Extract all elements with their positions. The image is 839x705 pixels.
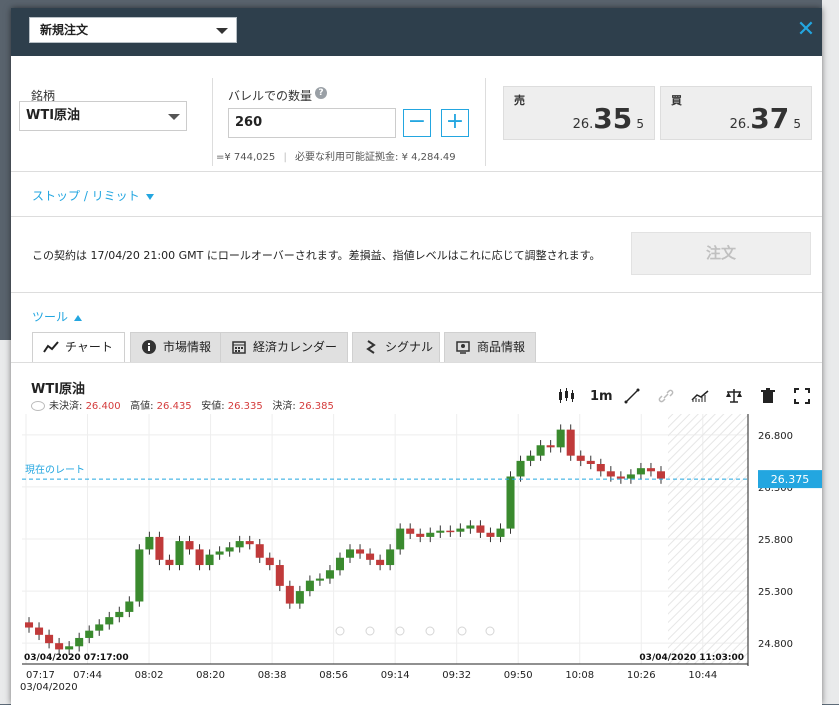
caret-down-icon (145, 193, 154, 200)
quantity-input[interactable]: 260 (228, 108, 396, 138)
tab-economic-calendar[interactable]: 経済カレンダー (220, 332, 348, 362)
scale-icon[interactable] (724, 388, 744, 406)
tab-label: チャート (65, 340, 113, 354)
rollover-notice: この契約は 17/04/20 21:00 GMT にロールオーバーされます。差損… (32, 249, 601, 262)
margin-text: 必要な利用可能証拠金: ¥ 4,284.49 (295, 152, 456, 163)
tab-label: シグナル (385, 340, 434, 354)
order-type-label: 新規注文 (40, 23, 89, 37)
signal-icon (363, 340, 379, 356)
chevron-down-icon (168, 114, 180, 120)
dialog-header: 新規注文 ✕ (11, 8, 822, 56)
divider (11, 171, 822, 172)
order-button[interactable]: 注文 (631, 232, 811, 275)
decrease-button[interactable]: − (403, 109, 431, 137)
candlestick-icon[interactable] (556, 388, 576, 406)
tab-chart[interactable]: チャート (32, 332, 125, 363)
stop-limit-label: ストップ / リミット (32, 189, 140, 203)
help-icon[interactable]: ? (315, 87, 327, 99)
info-icon (141, 340, 157, 356)
buy-price-button[interactable]: 買 26.37 5 (660, 86, 812, 140)
chart-title: WTI原油 (31, 382, 86, 397)
buy-price: 26.37 5 (729, 102, 801, 135)
notional-value: =¥ 744,025 (216, 152, 276, 163)
settle-value: 26.385 (298, 401, 334, 412)
high-value: 26.435 (156, 401, 192, 412)
divider (11, 216, 822, 217)
chart-panel (11, 362, 822, 705)
caret-up-icon (74, 314, 83, 321)
chevron-down-icon (216, 28, 228, 34)
stop-limit-toggle[interactable]: ストップ / リミット (32, 187, 154, 204)
fullscreen-icon[interactable] (792, 388, 812, 406)
symbol-select[interactable]: WTI原油 (19, 101, 187, 131)
tab-label: 経済カレンダー (253, 340, 338, 354)
symbol-value: WTI原油 (26, 108, 81, 123)
trendline-icon[interactable] (622, 388, 642, 406)
quantity-label: バレルでの数量 (228, 89, 313, 103)
interval-button[interactable]: 1m (590, 388, 613, 406)
tools-toggle[interactable]: ツール (32, 308, 83, 325)
sell-price: 26.35 5 (572, 102, 644, 135)
line-chart-icon (43, 340, 59, 356)
divider (485, 78, 486, 166)
quantity-value: 260 (235, 115, 263, 130)
unsettled-value: 26.400 (85, 401, 121, 412)
divider (11, 292, 822, 293)
background-page-edge (822, 0, 839, 704)
order-type-select[interactable]: 新規注文 (29, 17, 237, 43)
product-info-icon (455, 340, 471, 356)
indicator-icon[interactable] (690, 388, 710, 406)
ohlc-readout: 未決済: 26.400 高値: 26.435 安値: 26.335 決済: 26… (31, 397, 334, 412)
trash-icon[interactable] (758, 388, 778, 406)
tab-label: 商品情報 (477, 340, 526, 354)
eye-icon[interactable] (31, 401, 45, 411)
calendar-icon (231, 340, 247, 356)
tab-product-info[interactable]: 商品情報 (444, 332, 536, 362)
tools-label: ツール (32, 310, 69, 324)
required-margin-info: =¥ 744,025 | 必要な利用可能証拠金: ¥ 4,284.49 (216, 152, 456, 163)
sell-label: 売 (514, 94, 525, 107)
tab-signal[interactable]: シグナル (352, 332, 440, 362)
tab-label: 市場情報 (163, 340, 212, 354)
low-value: 26.335 (227, 401, 263, 412)
close-icon[interactable]: ✕ (796, 19, 816, 41)
link-icon[interactable] (656, 388, 676, 406)
divider (212, 78, 213, 166)
sell-price-button[interactable]: 売 26.35 5 (503, 86, 655, 140)
buy-label: 買 (671, 94, 682, 107)
interval-label: 1m (590, 389, 613, 404)
increase-button[interactable]: + (441, 109, 469, 137)
